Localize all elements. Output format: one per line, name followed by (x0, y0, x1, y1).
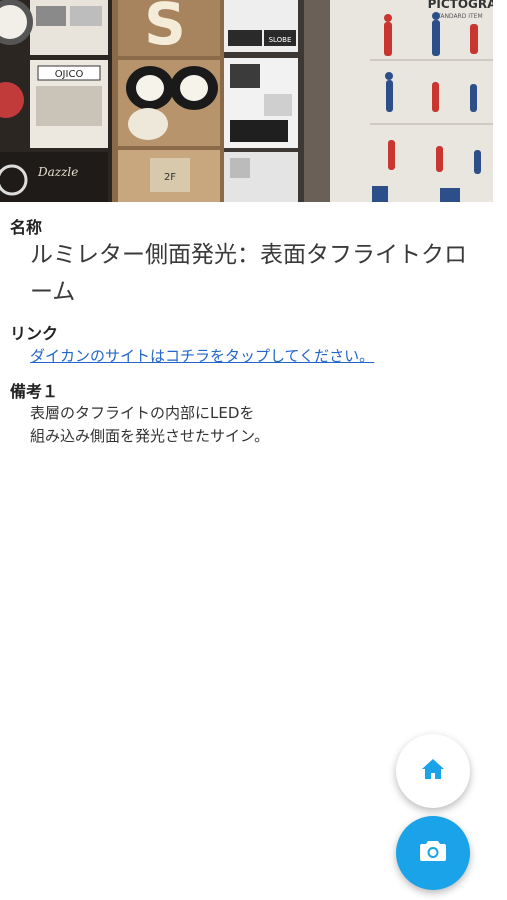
photo-sign-text: SLOBE (269, 36, 292, 44)
photo-sign-text: 2F (164, 172, 176, 183)
link-label: リンク (10, 324, 59, 343)
camera-button[interactable] (396, 816, 470, 890)
product-name: ルミレター側面発光：表面タフライトクローム (30, 242, 467, 305)
daikan-site-link[interactable]: ダイカンのサイトはコチラをタップしてください。 (30, 345, 374, 366)
photo-sign-text: Dazzle (37, 165, 78, 179)
svg-text:S: S (144, 0, 186, 58)
product-photo: OJICO Dazzle S 2F SLOBE PICTOGRA STANDAR… (0, 0, 493, 202)
note-line: 表層のタフライトの内部にLEDを (30, 404, 255, 422)
photo-sign-text: OJICO (55, 69, 84, 80)
photo-sign-text: PICTOGRA (428, 0, 493, 11)
camera-icon (418, 838, 448, 868)
note-line: 組み込み側面を発光させたサイン。 (30, 427, 270, 445)
home-button[interactable] (396, 734, 470, 808)
note-label: 備考１ (10, 382, 59, 401)
photo-sign-text: STANDARD ITEM (433, 13, 482, 20)
note-text: 表層のタフライトの内部にLEDを 組み込み側面を発光させたサイン。 (30, 402, 269, 448)
name-label: 名称 (10, 218, 43, 237)
home-icon (420, 757, 446, 785)
